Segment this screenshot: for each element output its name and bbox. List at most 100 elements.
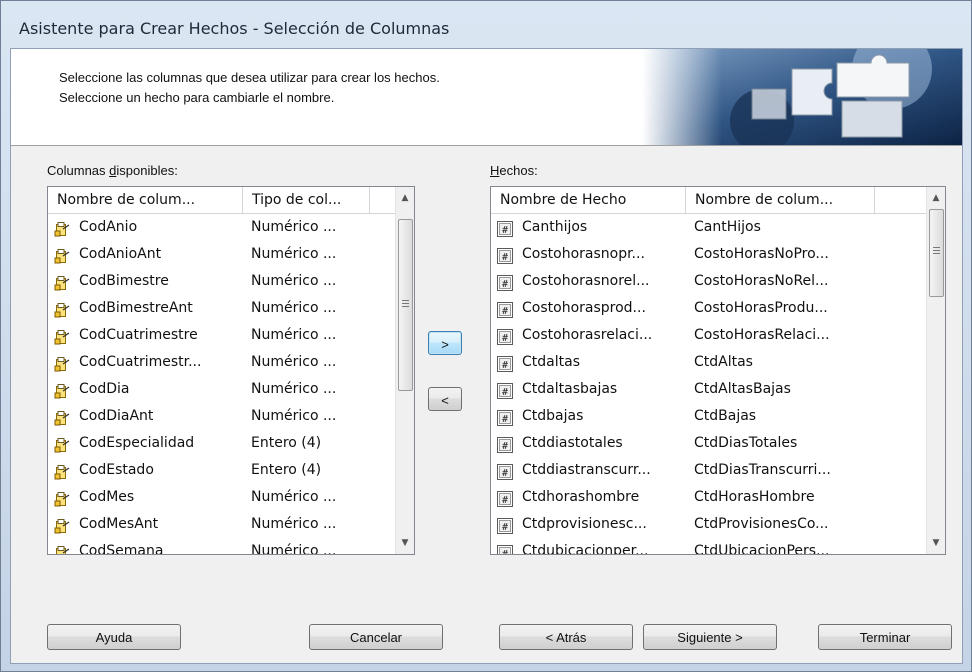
- item-name: CodBimestreAnt: [79, 300, 193, 316]
- item-name: CodAnio: [79, 219, 138, 235]
- finish-button[interactable]: Terminar: [818, 624, 952, 650]
- list-item[interactable]: CodEspecialidad Entero (4): [48, 430, 396, 457]
- svg-text:#: #: [502, 387, 508, 398]
- item-detail: CtdUbicacionPers...: [694, 543, 830, 555]
- item-name: Costohorasnorel...: [522, 273, 650, 289]
- list-header: Nombre de Hecho Nombre de colum...: [491, 187, 927, 214]
- add-column-button[interactable]: >: [428, 331, 462, 355]
- key-column-icon: [54, 544, 70, 554]
- list-item[interactable]: # Costohorasprod... CostoHorasProdu...: [491, 295, 927, 322]
- key-column-icon: [54, 382, 70, 399]
- svg-text:#: #: [502, 441, 508, 452]
- list-item[interactable]: # Ctdprovisionesc... CtdProvisionesCo...: [491, 511, 927, 538]
- item-name: CodMes: [79, 489, 135, 505]
- item-detail: Entero (4): [251, 462, 322, 478]
- list-item[interactable]: CodSemana Numérico ...: [48, 538, 396, 555]
- wizard-header: Seleccione las columnas que desea utiliz…: [11, 49, 962, 146]
- list-item[interactable]: CodCuatrimestr... Numérico ...: [48, 349, 396, 376]
- list-item[interactable]: # Ctdaltas CtdAltas: [491, 349, 927, 376]
- numeric-fact-icon: #: [497, 544, 513, 554]
- key-column-icon: [54, 517, 70, 534]
- item-detail: CtdDiasTranscurri...: [694, 462, 831, 478]
- back-button[interactable]: < Atrás: [499, 624, 633, 650]
- list-item[interactable]: CodMes Numérico ...: [48, 484, 396, 511]
- item-name: Costohorasnopr...: [522, 246, 645, 262]
- item-name: Canthijos: [522, 219, 588, 235]
- item-detail: CtdBajas: [694, 408, 757, 424]
- list-item[interactable]: # Ctddiastranscurr... CtdDiasTranscurri...: [491, 457, 927, 484]
- fact-rows: # Canthijos CantHijos # Costohorasnopr... Cos…: [491, 214, 927, 554]
- item-name: CodEspecialidad: [79, 435, 195, 451]
- svg-text:#: #: [502, 522, 508, 533]
- list-item[interactable]: CodBimestreAnt Numérico ...: [48, 295, 396, 322]
- list-item[interactable]: # Ctdbajas CtdBajas: [491, 403, 927, 430]
- list-item[interactable]: # Canthijos CantHijos: [491, 214, 927, 241]
- cancel-button[interactable]: Cancelar: [309, 624, 443, 650]
- column-header-column-name[interactable]: Nombre de colum...: [686, 187, 875, 213]
- available-columns-list[interactable]: Nombre de colum... Tipo de col... CodAni…: [47, 186, 415, 555]
- list-item[interactable]: CodCuatrimestre Numérico ...: [48, 322, 396, 349]
- list-header: Nombre de colum... Tipo de col...: [48, 187, 396, 214]
- wizard-window: Asistente para Crear Hechos - Selección …: [0, 0, 972, 672]
- item-name: Ctdhorashombre: [522, 489, 640, 505]
- list-item[interactable]: # Ctddiastotales CtdDiasTotales: [491, 430, 927, 457]
- item-detail: CantHijos: [694, 219, 761, 235]
- list-item[interactable]: # Costohorasnopr... CostoHorasNoPro...: [491, 241, 927, 268]
- numeric-fact-icon: #: [497, 436, 513, 453]
- item-detail: CtdHorasHombre: [694, 489, 815, 505]
- numeric-fact-icon: #: [497, 220, 513, 237]
- item-detail: CtdDiasTotales: [694, 435, 798, 451]
- column-header-type[interactable]: Tipo de col...: [243, 187, 370, 213]
- column-header-name[interactable]: Nombre de colum...: [48, 187, 243, 213]
- list-item[interactable]: # Ctdaltasbajas CtdAltasBajas: [491, 376, 927, 403]
- list-item[interactable]: CodEstado Entero (4): [48, 457, 396, 484]
- wizard-body: Seleccione las columnas que desea utiliz…: [10, 48, 963, 664]
- item-detail: Numérico ...: [251, 381, 337, 397]
- column-header-fact-name[interactable]: Nombre de Hecho: [491, 187, 686, 213]
- item-detail: CtdAltasBajas: [694, 381, 791, 397]
- key-column-icon: [54, 409, 70, 426]
- key-column-icon: [54, 301, 70, 318]
- item-detail: CtdProvisionesCo...: [694, 516, 829, 532]
- svg-text:#: #: [502, 252, 508, 263]
- item-name: CodAnioAnt: [79, 246, 162, 262]
- list-item[interactable]: CodDiaAnt Numérico ...: [48, 403, 396, 430]
- facts-list[interactable]: Nombre de Hecho Nombre de colum... # Cant…: [490, 186, 946, 555]
- list-item[interactable]: CodDia Numérico ...: [48, 376, 396, 403]
- scroll-down-arrow-icon[interactable]: ▼: [927, 534, 945, 552]
- scroll-thumb[interactable]: [929, 209, 944, 297]
- list-item[interactable]: # Costohorasnorel... CostoHorasNoRel...: [491, 268, 927, 295]
- scroll-up-arrow-icon[interactable]: ▲: [396, 189, 414, 207]
- item-detail: Numérico ...: [251, 543, 337, 555]
- title-bar: Asistente para Crear Hechos - Selección …: [9, 1, 963, 45]
- list-item[interactable]: CodAnio Numérico ...: [48, 214, 396, 241]
- item-name: CodCuatrimestr...: [79, 354, 202, 370]
- grip-line: [402, 303, 409, 304]
- remove-column-button[interactable]: <: [428, 387, 462, 411]
- vertical-scrollbar[interactable]: ▲ ▼: [395, 187, 414, 554]
- help-button[interactable]: Ayuda: [47, 624, 181, 650]
- svg-text:#: #: [502, 225, 508, 236]
- numeric-fact-icon: #: [497, 355, 513, 372]
- item-name: Ctddiastotales: [522, 435, 623, 451]
- list-item[interactable]: CodAnioAnt Numérico ...: [48, 241, 396, 268]
- item-detail: Numérico ...: [251, 246, 337, 262]
- numeric-fact-icon: #: [497, 274, 513, 291]
- list-item[interactable]: CodBimestre Numérico ...: [48, 268, 396, 295]
- scroll-up-arrow-icon[interactable]: ▲: [927, 189, 945, 207]
- item-detail: CostoHorasNoPro...: [694, 246, 829, 262]
- scroll-down-arrow-icon[interactable]: ▼: [396, 534, 414, 552]
- list-item[interactable]: CodMesAnt Numérico ...: [48, 511, 396, 538]
- list-item[interactable]: # Costohorasrelaci... CostoHorasRelaci...: [491, 322, 927, 349]
- item-name: CodCuatrimestre: [79, 327, 198, 343]
- next-button[interactable]: Siguiente >: [643, 624, 777, 650]
- vertical-scrollbar[interactable]: ▲ ▼: [926, 187, 945, 554]
- scroll-thumb[interactable]: [398, 219, 413, 391]
- item-detail: Numérico ...: [251, 300, 337, 316]
- svg-text:#: #: [502, 468, 508, 479]
- list-item[interactable]: # Ctdhorashombre CtdHorasHombre: [491, 484, 927, 511]
- grip-line: [933, 250, 940, 251]
- key-column-icon: [54, 328, 70, 345]
- list-item[interactable]: # Ctdubicacionper... CtdUbicacionPers...: [491, 538, 927, 555]
- grip-line: [402, 300, 409, 301]
